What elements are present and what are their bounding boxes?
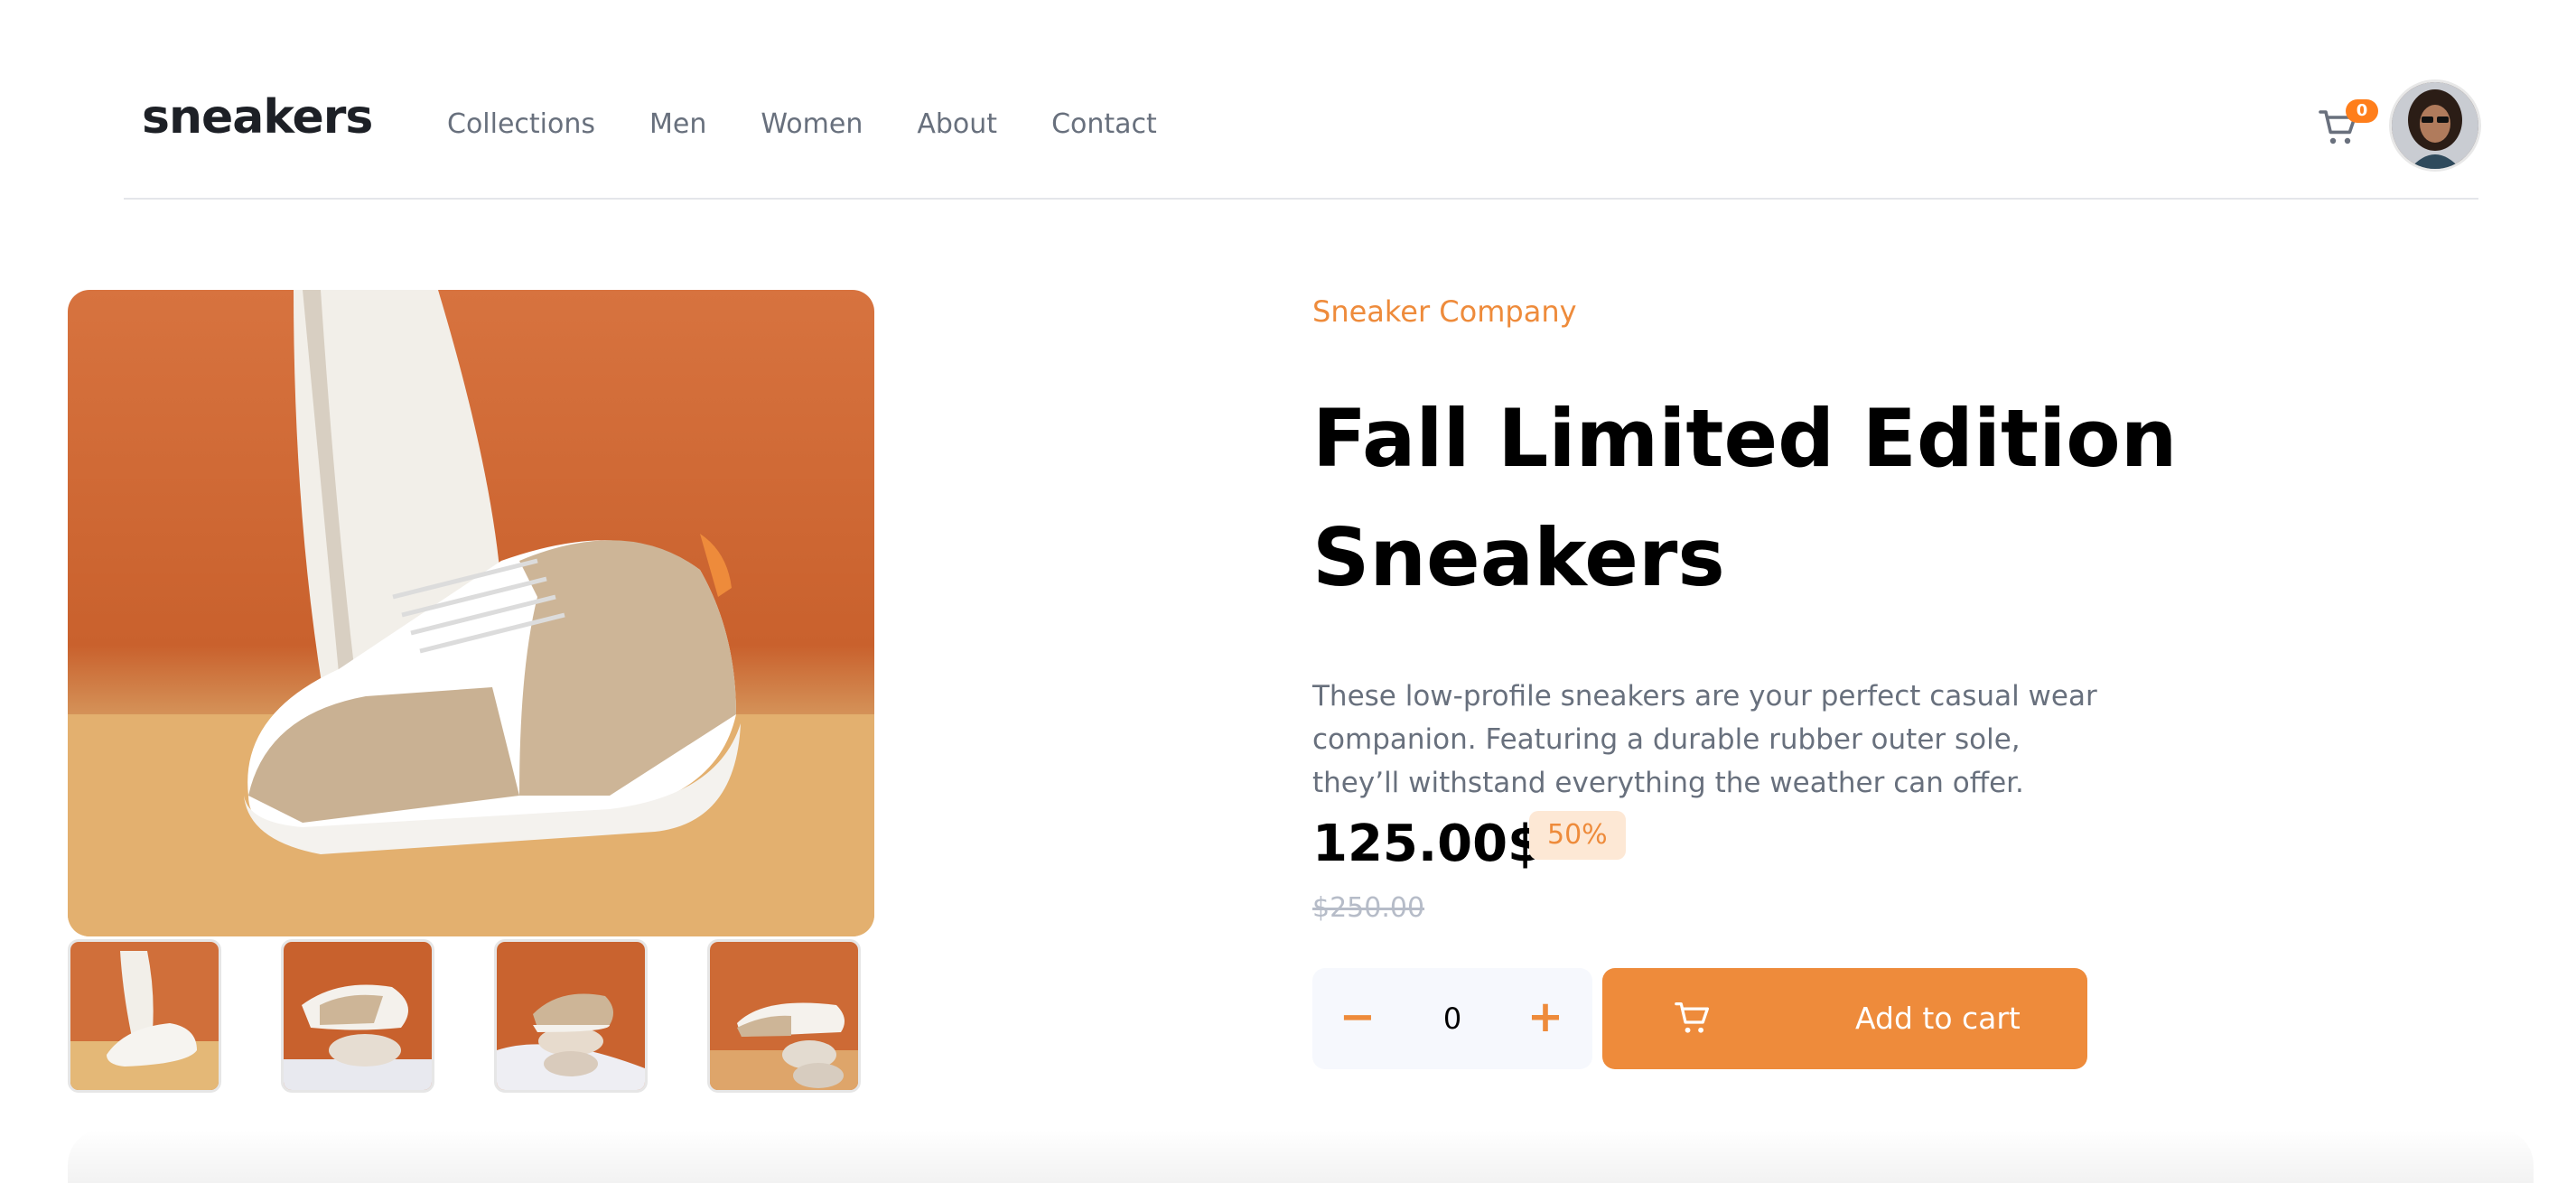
thumbnail-1[interactable]: [68, 939, 221, 1093]
quantity-value: 0: [1442, 1001, 1462, 1036]
nav-item-contact[interactable]: Contact: [1051, 108, 1157, 140]
discount-badge: 50%: [1529, 811, 1626, 860]
main-nav: Collections Men Women About Contact: [447, 108, 1157, 140]
nav-item-men[interactable]: Men: [649, 108, 706, 140]
thumbnail-strip: [68, 939, 861, 1093]
product-title: Fall Limited Edition Sneakers: [1312, 379, 2216, 618]
product-title-line-2: Sneakers: [1312, 511, 1725, 604]
quantity-stepper: − 0 +: [1312, 968, 1592, 1069]
thumbnail-3[interactable]: [494, 939, 648, 1093]
site-header: sneakers Collections Men Women About Con…: [124, 0, 2481, 200]
thumbnail-2[interactable]: [281, 939, 434, 1093]
nav-item-about[interactable]: About: [917, 108, 997, 140]
decrease-quantity-button[interactable]: −: [1321, 968, 1394, 1069]
add-to-cart-label: Add to cart: [1855, 1001, 2021, 1036]
add-to-cart-button[interactable]: Add to cart: [1602, 968, 2087, 1069]
thumbnail-1-image: [70, 942, 219, 1090]
product-title-line-1: Fall Limited Edition: [1312, 392, 2178, 485]
increase-quantity-button[interactable]: +: [1509, 968, 1582, 1069]
nav-item-collections[interactable]: Collections: [447, 108, 595, 140]
product-description: These low-profile sneakers are your perf…: [1312, 680, 2097, 799]
user-avatar-image: [2392, 82, 2478, 169]
logo[interactable]: sneakers: [142, 90, 373, 144]
thumbnail-4-image: [710, 942, 858, 1090]
sneaker-photo: [68, 290, 874, 936]
avatar[interactable]: [2389, 79, 2481, 172]
cart-icon: [1675, 1001, 1709, 1033]
product-main-image[interactable]: [68, 290, 874, 936]
thumbnail-4[interactable]: [707, 939, 861, 1093]
original-price: $250.00: [1312, 892, 1425, 924]
thumbnail-2-image: [284, 942, 432, 1090]
cart-button[interactable]: 0: [2319, 99, 2378, 146]
page-divider-shadow: [68, 1129, 2534, 1183]
thumbnail-3-image: [497, 942, 645, 1090]
company-name: Sneaker Company: [1312, 294, 1577, 329]
current-price: 125.00$: [1312, 815, 1544, 873]
nav-item-women[interactable]: Women: [761, 108, 863, 140]
cart-count-badge: 0: [2346, 99, 2378, 123]
